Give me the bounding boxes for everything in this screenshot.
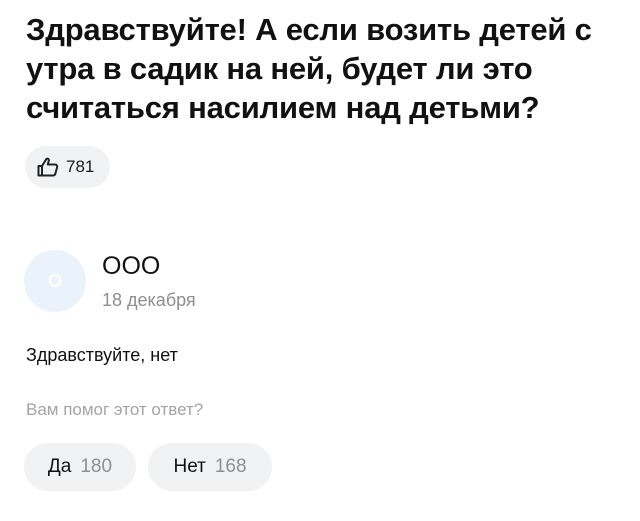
- helpful-prompt: Вам помог этот ответ?: [26, 400, 204, 419]
- thumbs-up-icon: [37, 157, 59, 177]
- vote-yes-button[interactable]: Да 180: [24, 443, 136, 491]
- like-button[interactable]: 781: [25, 146, 111, 188]
- avatar[interactable]: О: [24, 250, 86, 312]
- question-title: Здравствуйте! А если возить детей с утра…: [26, 12, 592, 125]
- vote-yes-label: Да: [47, 456, 72, 477]
- vote-no-label: Нет: [173, 456, 206, 477]
- vote-no-button[interactable]: Нет 168: [148, 443, 272, 491]
- vote-no-count: 168: [214, 456, 247, 477]
- answer-date: 18 декабря: [102, 290, 196, 310]
- author-name[interactable]: ООО: [102, 252, 160, 281]
- vote-yes-count: 180: [80, 456, 113, 477]
- like-count: 781: [66, 157, 95, 176]
- answer-text: Здравствуйте, нет: [26, 345, 178, 365]
- question-page: Здравствуйте! А если возить детей с утра…: [0, 0, 640, 521]
